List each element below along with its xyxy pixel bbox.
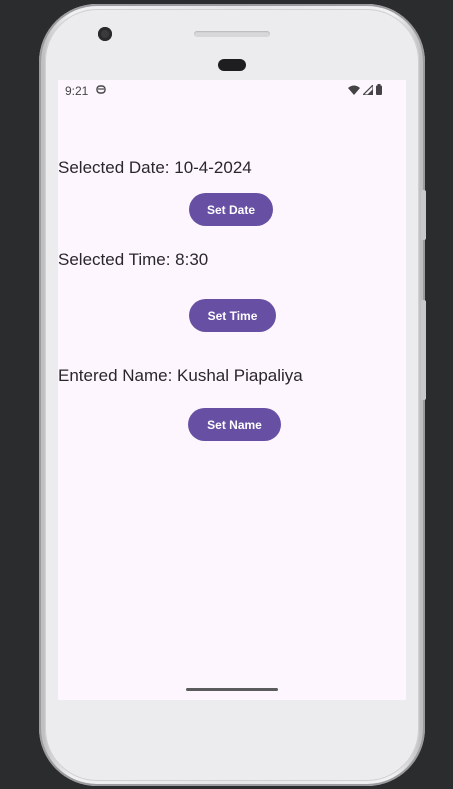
- set-time-button[interactable]: Set Time: [189, 299, 276, 332]
- status-icons: [348, 84, 382, 95]
- emulator-stage: 9:21 Selected Date: 10-4-2024 Set Date S…: [0, 0, 453, 789]
- wifi-icon: [348, 85, 360, 95]
- earpiece-speaker: [194, 31, 270, 37]
- proximity-sensor: [218, 59, 246, 71]
- volume-button[interactable]: [421, 300, 426, 400]
- app-screen: 9:21 Selected Date: 10-4-2024 Set Date S…: [58, 80, 406, 700]
- selected-time-text: Selected Time: 8:30: [58, 250, 209, 269]
- status-bar: 9:21: [58, 80, 406, 102]
- set-date-button[interactable]: Set Date: [189, 193, 273, 226]
- selected-date-text: Selected Date: 10-4-2024: [58, 158, 252, 177]
- entered-name-text: Entered Name: Kushal Piapaliya: [58, 366, 303, 385]
- front-camera: [98, 27, 112, 41]
- home-indicator[interactable]: [186, 688, 278, 691]
- power-button[interactable]: [421, 190, 426, 240]
- android-debug-icon: [96, 85, 106, 94]
- battery-icon: [376, 84, 382, 95]
- set-name-button[interactable]: Set Name: [188, 408, 281, 441]
- signal-icon: [363, 84, 373, 95]
- status-time: 9:21: [65, 84, 89, 98]
